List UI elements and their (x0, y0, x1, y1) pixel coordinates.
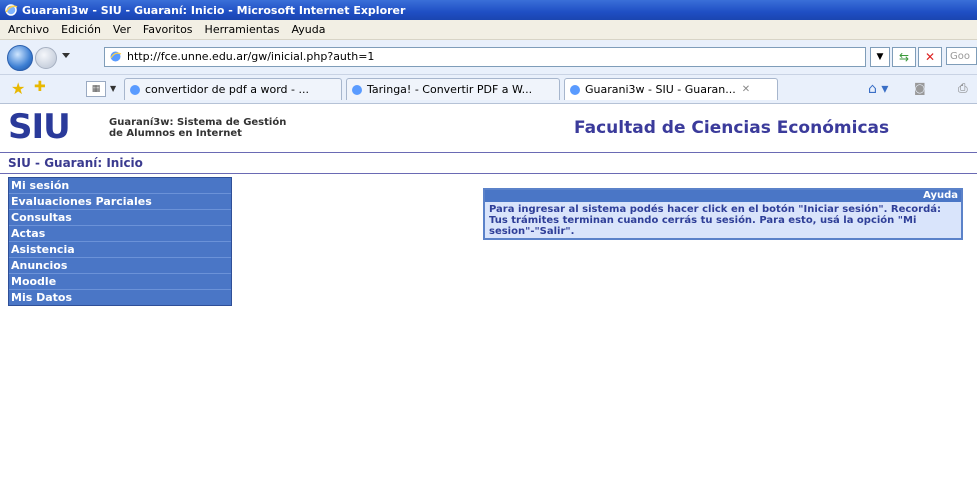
print-icon[interactable]: ⎙ (958, 81, 968, 96)
add-favorite-icon[interactable]: ✚ (34, 79, 46, 95)
menu-ayuda[interactable]: Ayuda (291, 23, 325, 36)
address-toolbar: http://fce.unne.edu.ar/gw/inicial.php?au… (0, 40, 977, 75)
menu-ver[interactable]: Ver (113, 23, 131, 36)
stop-icon[interactable]: ✕ (918, 47, 942, 67)
site-header: SIU Guaraní3w: Sistema de Gestión de Alu… (0, 104, 977, 152)
address-dropdown-icon[interactable]: ▼ (870, 47, 890, 67)
tab-guarani[interactable]: Guarani3w - SIU - Guaran... ✕ (564, 78, 778, 100)
page-icon (110, 51, 122, 62)
close-tab-icon[interactable]: ✕ (742, 84, 750, 95)
home-icon[interactable]: ⌂ ▾ (868, 81, 888, 97)
sidebar-item-mis-datos[interactable]: Mis Datos (9, 290, 231, 305)
breadcrumb: SIU - Guaraní: Inicio (0, 152, 977, 174)
tab-label: Taringa! - Convertir PDF a W... (367, 83, 533, 96)
sidebar-item-mi-sesion[interactable]: Mi sesión (9, 178, 231, 194)
tab-convertidor[interactable]: convertidor de pdf a word - ... (124, 78, 342, 100)
tab-page-icon (352, 84, 362, 95)
sidebar-menu: Mi sesión Evaluaciones Parciales Consult… (8, 177, 232, 306)
page-title: SIU - Guaraní: Inicio (8, 156, 143, 170)
sidebar-item-moodle[interactable]: Moodle (9, 274, 231, 290)
menu-archivo[interactable]: Archivo (8, 23, 49, 36)
tab-page-icon (130, 84, 140, 95)
history-dropdown-icon[interactable] (62, 53, 70, 58)
address-url: http://fce.unne.edu.ar/gw/inicial.php?au… (127, 50, 375, 63)
menu-edicion[interactable]: Edición (61, 23, 101, 36)
search-input[interactable]: Goo (946, 47, 977, 65)
subtitle-line-2: de Alumnos en Internet (109, 128, 242, 139)
sidebar-item-actas[interactable]: Actas (9, 226, 231, 242)
menu-bar: Archivo Edición Ver Favoritos Herramient… (0, 20, 977, 40)
system-subtitle: Guaraní3w: Sistema de Gestión de Alumnos… (109, 117, 286, 139)
help-text: Para ingresar al sistema podés hacer cli… (489, 204, 941, 237)
ie-icon (5, 4, 18, 16)
siu-logo: SIU (8, 107, 71, 147)
refresh-icon[interactable]: ⇆ (892, 47, 916, 67)
faculty-title: Facultad de Ciencias Económicas (574, 118, 890, 138)
menu-favoritos[interactable]: Favoritos (143, 23, 193, 36)
sidebar-item-consultas[interactable]: Consultas (9, 210, 231, 226)
tab-bar: ★ ✚ ▦ ▼ convertidor de pdf a word - ... … (0, 75, 977, 104)
tab-label: Guarani3w - SIU - Guaran... (585, 83, 736, 96)
tab-taringa[interactable]: Taringa! - Convertir PDF a W... (346, 78, 560, 100)
tab-label: convertidor de pdf a word - ... (145, 83, 309, 96)
tab-page-icon (570, 84, 580, 95)
sidebar-item-anuncios[interactable]: Anuncios (9, 258, 231, 274)
quick-tabs-icon[interactable]: ▦ (86, 81, 106, 97)
sidebar-item-evaluaciones-parciales[interactable]: Evaluaciones Parciales (9, 194, 231, 210)
tab-list-dropdown-icon[interactable]: ▼ (110, 84, 120, 96)
window-titlebar: Guarani3w - SIU - Guaraní: Inicio - Micr… (0, 0, 977, 20)
subtitle-line-1: Guaraní3w: Sistema de Gestión (109, 117, 287, 128)
help-title: Ayuda (485, 190, 961, 202)
back-button[interactable] (7, 45, 33, 71)
forward-button[interactable] (35, 47, 57, 69)
sidebar-item-asistencia[interactable]: Asistencia (9, 242, 231, 258)
feeds-icon[interactable]: ◙ (914, 81, 926, 95)
window-title: Guarani3w - SIU - Guaraní: Inicio - Micr… (22, 3, 406, 17)
menu-herramientas[interactable]: Herramientas (205, 23, 280, 36)
address-input[interactable]: http://fce.unne.edu.ar/gw/inicial.php?au… (104, 47, 866, 67)
favorites-star-icon[interactable]: ★ (11, 79, 25, 98)
help-box: Ayuda Para ingresar al sistema podés hac… (483, 188, 963, 240)
